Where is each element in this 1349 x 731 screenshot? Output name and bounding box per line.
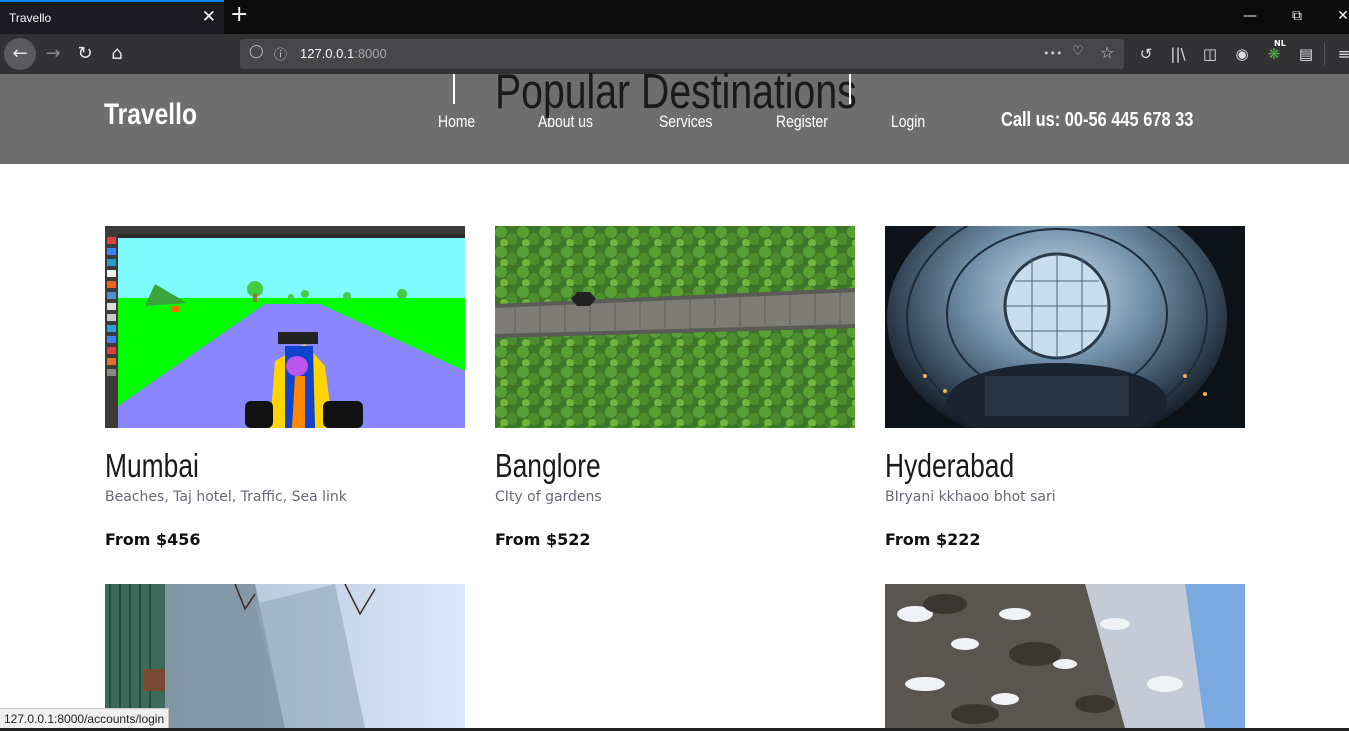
destination-title[interactable]: Mumbai [105, 447, 199, 485]
restore-icon[interactable]: ⧉ [1287, 6, 1307, 26]
destination-image-mumbai[interactable] [105, 226, 465, 428]
url-text[interactable]: 127.0.0.1:8000 [300, 46, 387, 61]
url-host: 127.0.0.1 [300, 46, 355, 61]
destination-price: From $222 [885, 530, 981, 549]
nav-login-link[interactable]: Login [891, 112, 925, 132]
section-title: Popular Destinations [495, 65, 857, 119]
destination-title[interactable]: Banglore [495, 447, 601, 485]
active-tab[interactable]: Travello ✕ [0, 0, 224, 34]
home-icon[interactable]: ⌂ [101, 38, 133, 70]
url-port: :8000 [354, 46, 387, 61]
tab-title: Travello [9, 11, 52, 25]
destination-image-hyderabad[interactable] [885, 226, 1245, 428]
pocket-icon[interactable]: ♡ [1072, 44, 1084, 59]
site-logo[interactable]: Travello [104, 98, 197, 132]
forward-arrow-icon[interactable]: → [37, 38, 69, 70]
reader-view-icon[interactable]: ▤ [1296, 44, 1316, 64]
nav-home-link[interactable]: Home [438, 112, 475, 132]
profile-badge: NL [1274, 39, 1286, 48]
sidebar-icon[interactable]: ◫ [1200, 44, 1220, 64]
reload-icon[interactable]: ↻ [69, 38, 101, 70]
destination-image-banglore[interactable] [495, 226, 855, 428]
toolbar-divider [1324, 43, 1325, 65]
tab-close-icon[interactable]: ✕ [202, 8, 216, 26]
destination-desc: CIty of gardens [495, 489, 602, 505]
call-us-text: Call us: 00-56 445 678 33 [1001, 109, 1194, 131]
account-icon[interactable]: ◉ [1232, 44, 1252, 64]
new-tab-icon[interactable]: + [230, 3, 248, 27]
destination-image-hillside[interactable] [105, 584, 465, 728]
text-cursor-right [849, 74, 851, 104]
destination-price: From $522 [495, 530, 591, 549]
history-icon[interactable]: ↺ [1136, 44, 1156, 64]
status-bar-url: 127.0.0.1:8000/accounts/login [0, 708, 170, 730]
minimize-icon[interactable]: — [1240, 6, 1260, 26]
destination-desc: BIryani kkhaoo bhot sari [885, 489, 1056, 505]
page-actions-icon[interactable]: ••• [1043, 47, 1062, 60]
menu-icon[interactable]: ≡ [1334, 44, 1349, 64]
shield-icon[interactable]: ◯ [249, 44, 264, 59]
destination-desc: Beaches, Taj hotel, Traffic, Sea link [105, 489, 347, 505]
destination-image-snowy-rocks[interactable] [885, 584, 1245, 728]
back-arrow-icon[interactable]: ← [4, 38, 36, 70]
tab-strip: Travello ✕ + — ⧉ ✕ [0, 0, 1349, 34]
text-cursor-left [453, 74, 455, 104]
destination-price: From $456 [105, 530, 201, 549]
info-icon[interactable]: ⓘ [274, 44, 287, 63]
window-close-icon[interactable]: ✕ [1333, 6, 1349, 26]
library-icon[interactable]: ||\ [1168, 44, 1188, 64]
destination-title[interactable]: Hyderabad [885, 447, 1014, 485]
bookmark-star-icon[interactable]: ☆ [1100, 43, 1114, 62]
